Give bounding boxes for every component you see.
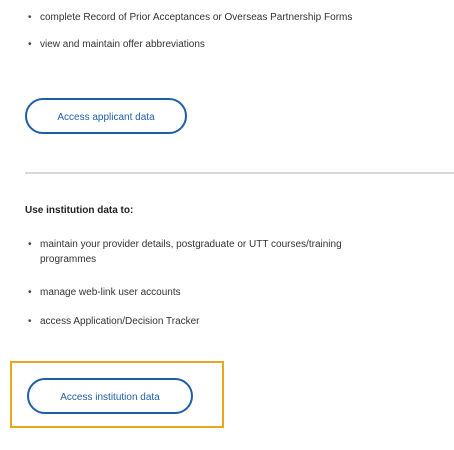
bullet-icon: •: [28, 239, 32, 250]
list-item: • maintain your provider details, postgr…: [0, 237, 400, 267]
bullet-icon: •: [28, 316, 32, 327]
applicant-data-list: • complete Record of Prior Acceptances o…: [0, 10, 454, 52]
bullet-icon: •: [28, 287, 32, 298]
institution-data-list: • maintain your provider details, postgr…: [0, 237, 454, 329]
bullet-icon: •: [28, 12, 32, 23]
list-item-text: complete Record of Prior Acceptances or …: [40, 12, 353, 23]
access-applicant-data-button[interactable]: Access applicant data: [25, 98, 187, 134]
list-item: • access Application/Decision Tracker: [0, 314, 454, 329]
list-item: • view and maintain offer abbreviations: [0, 37, 454, 52]
list-item-text: manage web-link user accounts: [40, 287, 181, 298]
section-divider: [25, 172, 454, 174]
list-item-text: view and maintain offer abbreviations: [40, 39, 205, 50]
bullet-icon: •: [28, 39, 32, 50]
access-institution-data-button[interactable]: Access institution data: [27, 378, 193, 414]
institution-data-heading: Use institution data to:: [25, 205, 134, 216]
list-item-text: maintain your provider details, postgrad…: [40, 239, 342, 265]
list-item-text: access Application/Decision Tracker: [40, 316, 200, 327]
list-item: • manage web-link user accounts: [0, 285, 454, 300]
list-item: • complete Record of Prior Acceptances o…: [0, 10, 454, 25]
page: • complete Record of Prior Acceptances o…: [0, 0, 454, 450]
